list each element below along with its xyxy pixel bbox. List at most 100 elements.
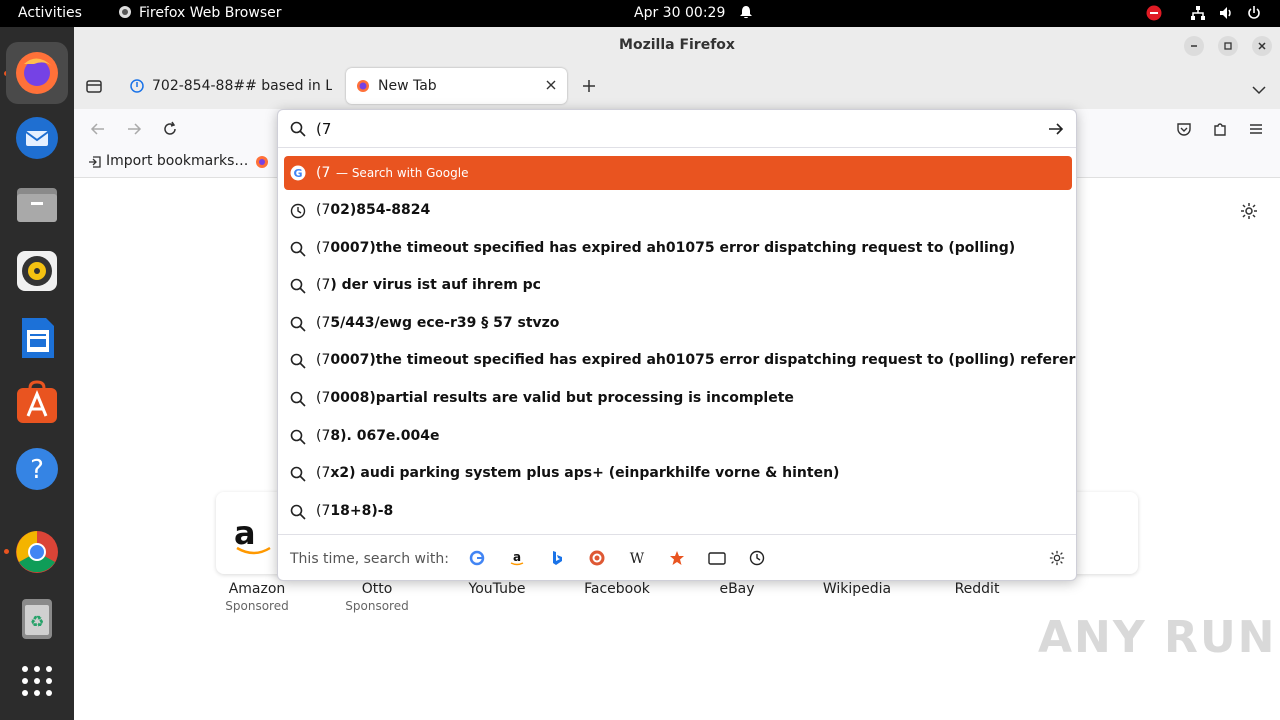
tab-close-icon[interactable]: [545, 79, 557, 95]
typed-text: (7: [316, 165, 331, 181]
wikipedia-engine-button[interactable]: W: [628, 549, 646, 567]
result-row[interactable]: (70007)the timeout specified has expired…: [284, 232, 1072, 266]
search-icon: [290, 241, 306, 257]
dock-thunderbird[interactable]: [6, 107, 68, 169]
app-menu-label[interactable]: Firefox Web Browser: [139, 5, 282, 21]
tab-phone-search[interactable]: 702-854-88## based in L: [120, 68, 340, 104]
shortcut-otto[interactable]: Otto: [317, 581, 437, 597]
dock-app-center[interactable]: [6, 372, 68, 434]
history-search-button[interactable]: [748, 549, 766, 567]
reload-icon: [164, 121, 176, 135]
dock-writer[interactable]: [6, 307, 68, 369]
time-label[interactable]: 00:29: [685, 5, 725, 21]
firefox-view-button[interactable]: [86, 78, 102, 98]
tabs-search-button[interactable]: [708, 549, 726, 567]
suggestion-text: ) der virus ist auf ihrem pc: [330, 277, 541, 294]
gear-icon: [1241, 203, 1257, 219]
search-icon: [290, 278, 306, 294]
suggestion-text: 0007)the timeout specified has expired a…: [330, 239, 1016, 256]
firefox-view-icon: [86, 80, 102, 93]
shortcut-reddit[interactable]: Reddit: [917, 581, 1037, 597]
shortcut-youtube[interactable]: YouTube: [437, 581, 557, 597]
tab-icon: [708, 552, 726, 565]
network-icon[interactable]: [1190, 5, 1206, 25]
list-all-tabs-button[interactable]: [1252, 80, 1266, 99]
svg-text:W: W: [630, 551, 645, 566]
typed-text: (7: [316, 427, 331, 444]
url-input[interactable]: [316, 120, 1016, 138]
reload-button[interactable]: [162, 121, 178, 141]
dock-help[interactable]: ?: [6, 438, 68, 500]
trash-icon: ♻: [22, 599, 52, 639]
dock-files[interactable]: [6, 174, 68, 236]
dock-chrome[interactable]: [6, 521, 68, 583]
shortcut-ebay[interactable]: eBay: [677, 581, 797, 597]
minimize-button[interactable]: [1184, 36, 1204, 56]
app-menu-button[interactable]: [1248, 121, 1264, 141]
tab-new-tab[interactable]: New Tab: [346, 68, 567, 104]
pocket-button[interactable]: [1176, 121, 1192, 141]
import-bookmarks-link[interactable]: Import bookmarks…: [106, 153, 248, 169]
volume-icon[interactable]: [1218, 5, 1234, 25]
firefox-icon: [16, 52, 58, 94]
urlbar-dropdown: G (7 — Search with Google (702)854-8824 (…: [277, 109, 1077, 581]
google-engine-button[interactable]: [468, 549, 486, 567]
customize-page-button[interactable]: [1240, 202, 1258, 224]
no-entry-icon[interactable]: [1146, 5, 1162, 25]
suggestion-text: 18+8)-8: [330, 502, 394, 519]
result-row[interactable]: (70008)partial results are valid but pro…: [284, 382, 1072, 416]
shortcut-sponsored-label: Sponsored: [345, 599, 409, 613]
star-icon: [670, 551, 684, 565]
one-off-search-bar: This time, search with: a W: [278, 534, 1076, 580]
tab-label: 702-854-88## based in L: [152, 78, 332, 94]
result-text: (70007)the timeout specified has expired…: [316, 240, 1015, 256]
extensions-button[interactable]: [1212, 121, 1228, 141]
result-row[interactable]: (78). 067e.004e: [284, 420, 1072, 454]
arrow-right-icon: [1049, 123, 1064, 135]
svg-text:♻: ♻: [30, 612, 44, 631]
dock-show-apps[interactable]: [6, 650, 68, 712]
result-row[interactable]: (70007)the timeout specified has expired…: [284, 344, 1075, 378]
go-button[interactable]: [1048, 121, 1064, 141]
amazon-smile-icon: [236, 546, 271, 555]
firefox-bookmark-icon[interactable]: [255, 155, 269, 173]
tab-label: New Tab: [378, 78, 437, 94]
suggestion-text: 0008)partial results are valid but proce…: [330, 390, 794, 406]
system-top-bar: Activities Firefox Web Browser Apr 30 00…: [0, 0, 1280, 27]
hamburger-icon: [1250, 124, 1262, 134]
dock-firefox[interactable]: [6, 42, 68, 104]
tab-strip: 702-854-88## based in L New Tab: [74, 64, 1280, 109]
result-row[interactable]: (718+8)-8: [284, 495, 1072, 529]
date-label[interactable]: Apr 30: [634, 5, 680, 21]
forward-button[interactable]: [126, 121, 142, 141]
shortcut-facebook[interactable]: Facebook: [557, 581, 677, 597]
search-settings-button[interactable]: [1048, 549, 1066, 567]
result-row[interactable]: (7) der virus ist auf ihrem pc: [284, 269, 1072, 303]
restore-button[interactable]: [1218, 36, 1238, 56]
result-text: (70008)partial results are valid but pro…: [316, 390, 794, 406]
bing-engine-button[interactable]: [548, 549, 566, 567]
typed-text: (7: [316, 502, 331, 519]
dock-rhythmbox[interactable]: [6, 240, 68, 302]
shortcut-wikipedia[interactable]: Wikipedia: [797, 581, 917, 597]
shortcut-amazon[interactable]: Amazon: [197, 581, 317, 597]
duckduckgo-engine-button[interactable]: [588, 549, 606, 567]
result-row[interactable]: (7x2) audi parking system plus aps+ (ein…: [284, 457, 1072, 491]
bookmarks-search-button[interactable]: [668, 549, 686, 567]
svg-text:G: G: [293, 167, 302, 180]
power-icon[interactable]: [1246, 5, 1262, 25]
history-icon: [290, 203, 306, 219]
window-titlebar[interactable]: Mozilla Firefox: [74, 27, 1280, 64]
result-row[interactable]: (75/443/ewg ece-r39 § 57 stvzo: [284, 307, 1072, 341]
dock-trash[interactable]: ♻: [6, 587, 68, 649]
activities-button[interactable]: Activities: [18, 5, 82, 21]
back-button[interactable]: [90, 121, 106, 141]
search-icon: [290, 391, 306, 407]
close-icon: [1258, 42, 1266, 50]
result-search-with-google[interactable]: G (7 — Search with Google: [284, 156, 1072, 190]
result-text: (70007)the timeout specified has expired…: [316, 352, 1075, 368]
result-row[interactable]: (702)854-8824: [284, 194, 1072, 228]
close-button[interactable]: [1252, 36, 1272, 56]
new-tab-button[interactable]: [582, 78, 596, 97]
amazon-engine-button[interactable]: a: [508, 549, 526, 567]
